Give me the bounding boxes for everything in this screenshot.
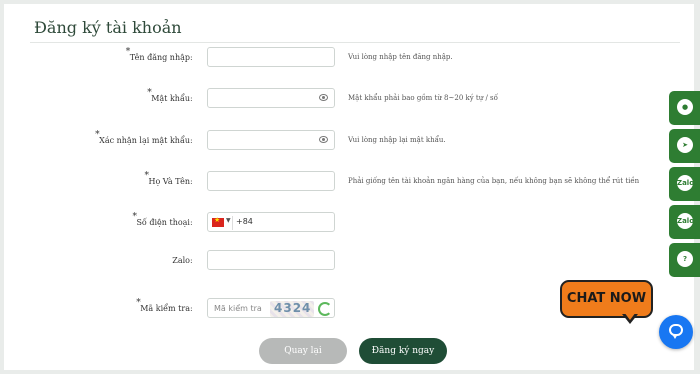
full-name-row: * Họ Và Tên : Phải giống tên tài khoản ng… xyxy=(4,171,694,195)
telegram-button[interactable]: ➤ xyxy=(669,129,700,163)
full-name-label: * Họ Và Tên xyxy=(144,171,190,186)
full-name-input[interactable] xyxy=(207,171,335,191)
support-button[interactable]: ● xyxy=(669,91,700,125)
page-title: Đăng ký tài khoản xyxy=(34,18,182,37)
password-input[interactable] xyxy=(207,88,335,108)
show-password-eye-icon[interactable] xyxy=(319,94,328,101)
confirm-password-label: * Xác nhận lại mật khẩu xyxy=(95,130,190,145)
help-button[interactable]: ? xyxy=(669,243,700,277)
password-row: * Mật khẩu : Mật khẩu phải bao gồm từ 8~2… xyxy=(4,88,694,112)
back-button[interactable]: Quay lại xyxy=(259,338,347,364)
password-label: * Mật khẩu xyxy=(147,88,190,103)
zalo-icon: Zalo xyxy=(677,175,694,191)
title-divider xyxy=(30,42,680,43)
captcha-input[interactable]: Mã kiểm tra 4324 xyxy=(207,298,335,318)
register-button[interactable]: Đăng ký ngay xyxy=(359,338,447,364)
confirm-password-row: * Xác nhận lại mật khẩu : Vui lòng nhập l… xyxy=(4,130,694,154)
captcha-image: 4324 xyxy=(270,301,314,317)
chevron-down-icon[interactable]: ▼ xyxy=(226,217,231,224)
support-agent-icon: ● xyxy=(677,99,693,115)
full-name-hint: Phải giống tên tài khoản ngân hàng của b… xyxy=(348,177,640,185)
phone-row: *Số điện thoại : ▼ +84 xyxy=(4,212,694,236)
refresh-icon[interactable] xyxy=(318,302,332,316)
zalo-icon: Zalo xyxy=(677,213,694,229)
username-row: * Tên đăng nhập : Vui lòng nhập tên đăng … xyxy=(4,47,694,71)
confirm-password-input[interactable] xyxy=(207,130,335,150)
captcha-label: * Mã kiểm tra xyxy=(136,298,190,313)
password-hint: Mật khẩu phải bao gồm từ 8~20 ký tự / số xyxy=(348,94,498,102)
country-code: +84 xyxy=(236,217,253,226)
username-label: * Tên đăng nhập xyxy=(125,47,190,62)
show-confirm-password-eye-icon[interactable] xyxy=(319,136,328,143)
messenger-chat-button[interactable] xyxy=(659,315,693,349)
zalo-input[interactable] xyxy=(207,250,335,270)
help-icon: ? xyxy=(677,251,693,267)
confirm-password-hint: Vui lòng nhập lại mật khẩu. xyxy=(348,136,446,144)
phone-label: * Số điện thoại xyxy=(132,212,190,227)
zalo-label: Zalo xyxy=(172,256,190,265)
zalo-button-2[interactable]: Zalo xyxy=(669,205,700,239)
username-hint: Vui lòng nhập tên đăng nhập. xyxy=(348,53,453,61)
captcha-placeholder: Mã kiểm tra xyxy=(214,304,262,313)
phone-input[interactable]: ▼ +84 xyxy=(207,212,335,232)
chat-now-bubble[interactable]: CHAT NOW xyxy=(560,280,653,318)
vietnam-flag-icon[interactable] xyxy=(212,216,224,227)
chat-bubble-tail xyxy=(622,312,638,324)
zalo-row: Zalo : xyxy=(4,250,694,274)
chat-icon xyxy=(669,324,683,339)
zalo-button-1[interactable]: Zalo xyxy=(669,167,700,201)
telegram-icon: ➤ xyxy=(677,137,693,153)
username-input[interactable] xyxy=(207,47,335,67)
